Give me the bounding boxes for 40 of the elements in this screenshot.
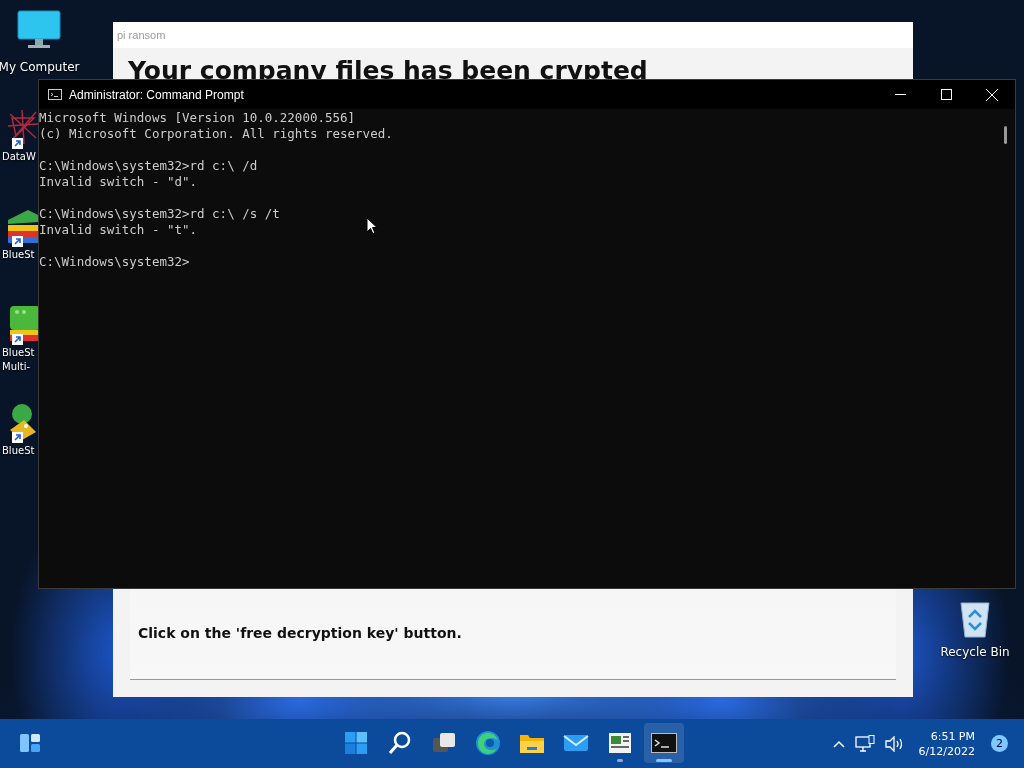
console-line: C:\Windows\system32> (39, 254, 190, 270)
network-icon[interactable] (854, 734, 875, 753)
terminal-icon (651, 733, 677, 753)
widgets-icon[interactable] (19, 733, 41, 753)
start-icon (344, 731, 368, 755)
console-line: C:\Windows\system32>rd c:\ /s /t (39, 206, 280, 222)
clock[interactable]: 6:51 PM 6/12/2022 (918, 728, 975, 759)
monitor-icon[interactable] (16, 10, 62, 50)
icon-label[interactable]: DataW (0, 150, 36, 164)
mouse-pointer-icon (366, 217, 378, 235)
folder-icon (519, 732, 545, 754)
console-line: Invalid switch - "d". (39, 174, 198, 190)
browser-icon (475, 730, 501, 756)
news-icon (608, 732, 632, 754)
console-line: C:\Windows\system32>rd c:\ /d (39, 158, 258, 174)
task-view-icon (432, 731, 456, 755)
icon-label[interactable]: BlueSt (0, 248, 35, 262)
maximize-icon (940, 89, 952, 100)
active-app-button[interactable] (644, 723, 684, 763)
console-line: Invalid switch - "t". (39, 222, 198, 238)
chevron-up-icon[interactable] (832, 739, 845, 748)
message-text: Click on the 'free decryption key' button. (138, 625, 463, 641)
icon-label[interactable]: BlueSt (0, 346, 35, 360)
scrollbar-thumb[interactable] (1004, 126, 1007, 144)
icon-label[interactable]: BlueSt (0, 444, 35, 458)
mail-icon (563, 733, 589, 753)
search-icon (388, 731, 412, 755)
speaker-icon[interactable] (884, 735, 905, 752)
clock-date: 6/12/2022 (918, 743, 975, 759)
terminal-icon (48, 89, 62, 100)
icon-label[interactable]: My Computer (0, 60, 80, 74)
window-title: Administrator: Command Prompt (69, 87, 245, 102)
close-icon (986, 88, 998, 101)
console-line: Microsoft Windows [Version 10.0.22000.556] (39, 110, 356, 126)
notification-badge[interactable]: 2 (991, 735, 1008, 752)
icon-label[interactable]: Recycle Bin (940, 645, 1010, 659)
window-title: pi ransom (113, 22, 913, 48)
icon-label[interactable]: Multi- (0, 360, 31, 374)
console-line: (c) Microsoft Corporation. All rights reserved. (39, 126, 393, 142)
clock-time: 6:51 PM (930, 728, 975, 744)
